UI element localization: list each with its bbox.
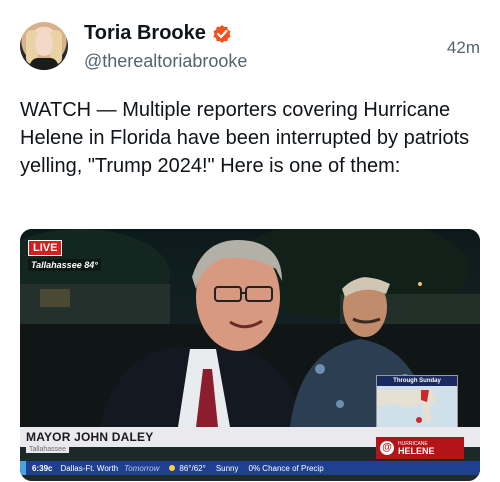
- ticker-precip: 0% Chance of Precip: [248, 463, 324, 473]
- weather-map: Through Sunday: [376, 375, 458, 435]
- hurricane-icon: @: [380, 441, 394, 455]
- ticker-sky: Sunny: [215, 463, 239, 473]
- live-badge: LIVE: [28, 240, 63, 256]
- hurricane-label: HURRICANE HELENE: [398, 441, 435, 456]
- ticker-tomorrow: Tomorrow: [124, 463, 160, 473]
- post-card: Toria Brooke @therealtoriabrooke 42m WAT…: [0, 0, 500, 482]
- avatar[interactable]: [20, 22, 68, 70]
- ticker-accent: [20, 461, 26, 475]
- map-title: Through Sunday: [377, 376, 457, 386]
- location-temperature: Tallahassee 84°: [28, 259, 101, 271]
- post-text: WATCH — Multiple reporters covering Hurr…: [20, 99, 470, 177]
- ticker-city: Dallas-Ft. Worth: [60, 463, 119, 473]
- author-name-row: Toria Brooke: [84, 22, 232, 45]
- ticker-time: 6:39c: [32, 463, 53, 473]
- lower-third-name: MAYOR JOHN DALEY: [26, 430, 154, 444]
- author-name[interactable]: Toria Brooke: [84, 22, 206, 45]
- author-handle[interactable]: @therealtoriabrooke: [84, 51, 247, 72]
- weather-ticker: 6:39c Dallas-Ft. Worth Tomorrow 86°/62° …: [20, 461, 480, 475]
- lower-third-city: Tallahassee: [26, 446, 69, 453]
- avatar-face: [35, 32, 53, 56]
- video-media[interactable]: LIVE Tallahassee 84° Through Sunday MAYO…: [20, 229, 480, 481]
- post-timestamp: 42m: [446, 38, 480, 57]
- hurricane-name: HELENE: [398, 445, 435, 456]
- verified-badge-icon: [212, 24, 232, 44]
- sun-icon: [169, 465, 176, 471]
- hurricane-tag: @ HURRICANE HELENE: [376, 437, 464, 459]
- ticker-temps: 86°/62°: [179, 463, 206, 473]
- avatar-top: [30, 58, 58, 70]
